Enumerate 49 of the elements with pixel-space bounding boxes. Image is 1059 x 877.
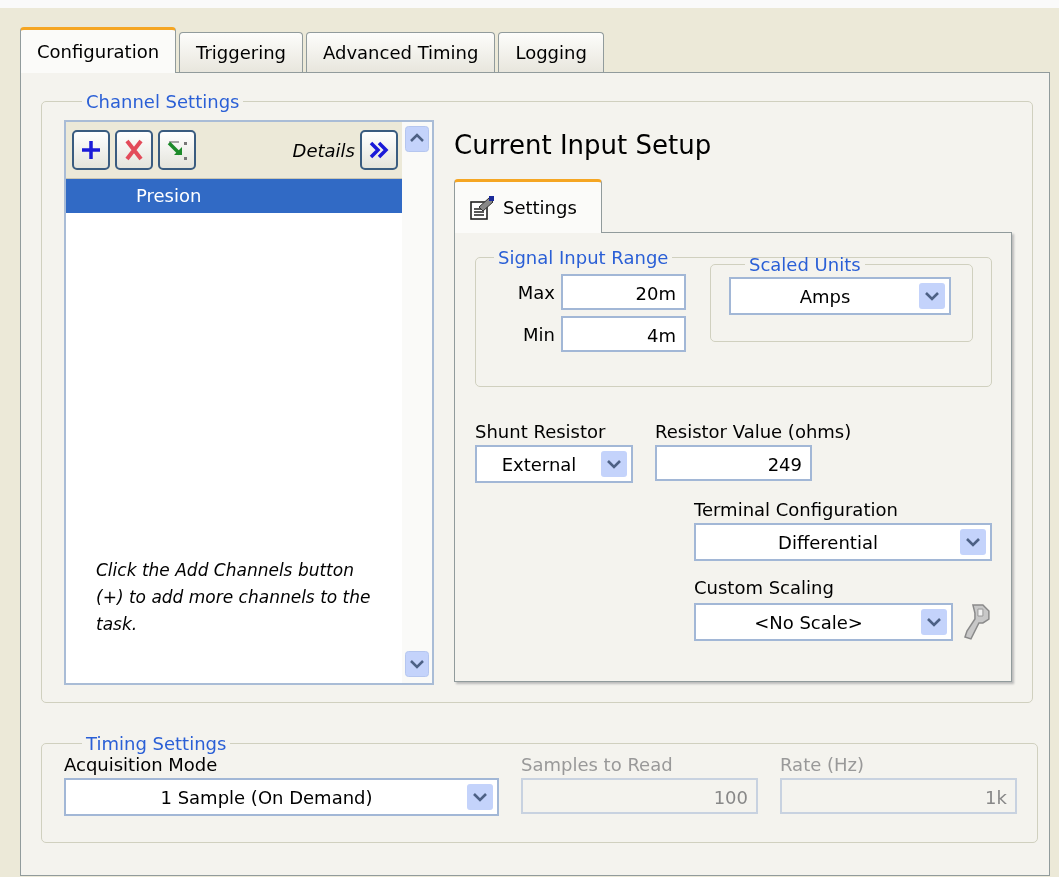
chevron-down-icon — [960, 529, 986, 555]
channel-list[interactable]: Details Presion Click the Add Channels button (+) to add more channels to the task. — [64, 120, 434, 685]
group-title: Signal Input Range — [497, 247, 670, 268]
scroll-up-icon[interactable] — [405, 126, 429, 152]
hint-text: Click the Add Channels button (+) to add more channels to the task. — [95, 559, 372, 636]
shunt-resistor-dropdown[interactable]: External — [475, 445, 633, 483]
details-label: Details — [292, 139, 355, 161]
remove-button[interactable] — [115, 130, 153, 170]
chevron-down-icon — [601, 451, 627, 477]
group-title: Scaled Units — [748, 254, 862, 275]
custom-scaling-label: Custom Scaling — [694, 577, 835, 598]
scroll-down-icon[interactable] — [405, 651, 429, 677]
tab[interactable]: Settings — [454, 179, 602, 233]
double-chevron-icon — [368, 140, 390, 160]
close-icon — [124, 139, 144, 161]
arrow-icon — [165, 138, 189, 162]
acquisition-mode-label: Acquisition Mode — [64, 754, 219, 775]
chevron-down-icon — [467, 784, 493, 810]
custom-scaling-dropdown[interactable]: <No Scale> — [694, 603, 954, 641]
resistor-value-field[interactable]: 249 — [655, 445, 812, 481]
min-field[interactable]: 4m — [561, 316, 686, 352]
group-title: Channel Settings — [85, 91, 241, 112]
tab[interactable]: Logging — [498, 32, 604, 72]
chevron-down-icon — [921, 609, 948, 635]
max-field[interactable]: 20m — [561, 274, 686, 310]
add-button[interactable] — [72, 130, 110, 170]
section-title: Current Input Setup — [454, 130, 713, 162]
move-button[interactable] — [158, 130, 196, 170]
rate-label: Rate (Hz) — [780, 754, 866, 775]
plus-icon — [80, 139, 102, 161]
group-title: Timing Settings — [85, 733, 228, 754]
max-label: Max — [517, 281, 555, 303]
resistor-value-label: Resistor Value (ohms) — [655, 421, 852, 442]
min-label: Min — [523, 323, 555, 345]
chevron-down-icon — [919, 283, 945, 309]
details-button[interactable] — [360, 130, 398, 170]
terminal-configuration-label: Terminal Configuration — [694, 499, 899, 520]
wrench-icon[interactable] — [961, 601, 991, 643]
acquisition-mode-dropdown[interactable]: 1 Sample (On Demand) — [64, 778, 499, 816]
settings-icon — [469, 194, 495, 221]
tab[interactable]: Configuration — [20, 27, 177, 73]
channel-item[interactable]: Presion — [66, 179, 402, 213]
tab[interactable]: Triggering — [179, 32, 303, 72]
samples-to-read-label: Samples to Read — [521, 754, 674, 775]
tab[interactable]: Advanced Timing — [306, 32, 496, 72]
terminal-configuration-dropdown[interactable]: Differential — [694, 523, 992, 561]
shunt-resistor-label: Shunt Resistor — [475, 421, 607, 442]
units-dropdown[interactable]: Amps — [729, 277, 951, 315]
scrollbar[interactable] — [402, 122, 432, 683]
